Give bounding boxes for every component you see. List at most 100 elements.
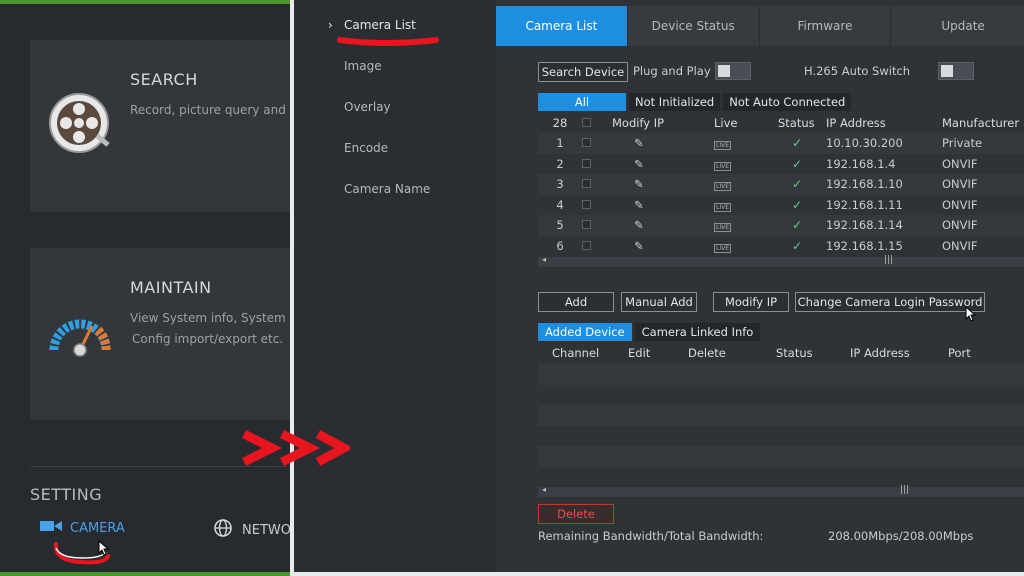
device-table-body: 1 ✎ LIVE ✓ 10.10.30.200 Private 2 ✎ LIVE… [538,133,1024,256]
subnav-overlay[interactable]: Overlay [344,100,391,114]
setting-network-item[interactable]: NETWO [214,519,290,541]
edit-pencil-icon[interactable]: ✎ [612,136,714,150]
tab-camera-linked-info[interactable]: Camera Linked Info [634,323,761,341]
subnav-encode[interactable]: Encode [344,141,388,155]
subnav-camera-list[interactable]: Camera List [344,18,416,32]
header-ip-address: IP Address [850,346,910,360]
subnav-camera-name[interactable]: Camera Name [344,182,430,196]
live-icon[interactable]: LIVE [714,161,732,171]
row-checkbox[interactable] [582,158,591,168]
device-filter-tabs: All Not Initialized Not Auto Connected [538,93,852,111]
live-icon[interactable]: LIVE [714,141,732,151]
row-checkbox[interactable] [582,179,591,189]
list-item [538,384,1024,405]
navigation-arrows-annotation [241,429,350,467]
mouse-cursor-icon [98,540,110,556]
manual-add-button[interactable]: Manual Add [621,292,697,312]
scroll-grip-icon[interactable]: ||| [900,485,909,495]
top-tabs: Camera List Device Status Firmware Updat… [496,6,1024,46]
change-login-password-button[interactable]: Change Camera Login Password [795,292,985,312]
added-device-tabs: Added Device Camera Linked Info [538,323,761,341]
scroll-left-icon[interactable]: ◂ [542,485,546,494]
search-title: SEARCH [130,70,198,89]
tab-added-device[interactable]: Added Device [538,323,632,341]
edit-pencil-icon[interactable]: ✎ [612,157,714,171]
maintain-title: MAINTAIN [130,278,212,297]
row-manufacturer: ONVIF [942,177,978,192]
table-row[interactable]: 3 ✎ LIVE ✓ 192.168.1.10 ONVIF [538,174,1024,195]
search-device-button[interactable]: Search Device [538,62,628,82]
camera-settings-panel: › Camera List Image Overlay Encode Camer… [290,0,1024,576]
tab-device-status[interactable]: Device Status [628,6,760,46]
header-live: Live [714,116,738,130]
live-icon[interactable]: LIVE [714,182,732,192]
row-number: 2 [556,156,564,171]
tab-update[interactable]: Update [891,6,1024,46]
setting-camera-item[interactable]: CAMERA [40,519,125,537]
h265-auto-switch-label: H.265 Auto Switch [804,64,911,78]
maintain-card[interactable]: MAINTAIN View System info, System up Con… [30,248,290,420]
tab-camera-list[interactable]: Camera List [496,6,628,46]
table-row[interactable]: 5 ✎ LIVE ✓ 192.168.1.14 ONVIF [538,215,1024,236]
chevron-right-icon: › [328,18,333,32]
row-number: 5 [556,218,564,233]
search-card[interactable]: SEARCH Record, picture query and pl [30,40,290,212]
camera-list-underline-annotation [337,37,439,46]
filter-not-initialized[interactable]: Not Initialized [629,93,721,111]
row-ip-address: 10.10.30.200 [826,136,903,151]
plug-and-play-label: Plug and Play [633,64,711,78]
table-row[interactable]: 6 ✎ LIVE ✓ 192.168.1.15 ONVIF [538,235,1024,256]
list-item [538,466,1024,487]
table-row[interactable]: 2 ✎ LIVE ✓ 192.168.1.4 ONVIF [538,153,1024,174]
select-all-checkbox[interactable] [582,118,591,127]
row-ip-address: 192.168.1.15 [826,238,903,253]
network-label: NETWO [242,522,290,538]
live-icon[interactable]: LIVE [714,202,732,212]
row-manufacturer: ONVIF [942,156,978,171]
edit-pencil-icon[interactable]: ✎ [612,239,714,253]
plug-and-play-toggle[interactable] [715,62,751,80]
camera-list-content: Camera List Device Status Firmware Updat… [496,0,1024,572]
live-icon[interactable]: LIVE [714,243,732,253]
table-row[interactable]: 4 ✎ LIVE ✓ 192.168.1.11 ONVIF [538,194,1024,215]
modify-ip-button[interactable]: Modify IP [713,292,789,312]
row-checkbox[interactable] [582,220,591,230]
row-number: 6 [556,238,564,253]
added-device-table-body [538,364,1024,487]
edit-pencil-icon[interactable]: ✎ [612,198,714,212]
row-number: 4 [556,197,564,212]
row-manufacturer: Private [942,136,983,151]
status-ok-icon: ✓ [792,177,803,192]
bandwidth-label: Remaining Bandwidth/Total Bandwidth: [538,529,764,543]
table-row[interactable]: 1 ✎ LIVE ✓ 10.10.30.200 Private [538,133,1024,154]
row-ip-address: 192.168.1.14 [826,218,903,233]
tab-firmware[interactable]: Firmware [760,6,892,46]
header-channel: Channel [552,346,600,360]
added-device-scrollbar[interactable]: ◂ ||| [538,485,1024,497]
device-table-scrollbar[interactable]: ◂ ||| [538,255,1024,267]
status-ok-icon: ✓ [792,197,803,212]
filter-not-auto-connected[interactable]: Not Auto Connected [723,93,852,111]
row-checkbox[interactable] [582,138,591,148]
h265-auto-switch-toggle[interactable] [938,62,974,80]
added-device-table-header: Channel Edit Delete Status IP Address Po… [538,343,1024,363]
filter-all[interactable]: All [538,93,626,111]
row-number: 3 [556,177,564,192]
scroll-grip-icon[interactable]: ||| [884,255,893,265]
header-status: Status [776,346,813,360]
add-button[interactable]: Add [538,292,614,312]
row-checkbox[interactable] [582,199,591,209]
camera-label: CAMERA [70,520,125,536]
scroll-left-icon[interactable]: ◂ [542,255,546,264]
edit-pencil-icon[interactable]: ✎ [612,218,714,232]
subnav-image[interactable]: Image [344,59,382,73]
edit-pencil-icon[interactable]: ✎ [612,177,714,191]
film-reel-icon [48,92,110,158]
list-item [538,446,1024,467]
live-icon[interactable]: LIVE [714,223,732,233]
delete-button[interactable]: Delete [538,504,614,524]
row-checkbox[interactable] [582,240,591,250]
list-item [538,364,1024,385]
header-manufacturer: Manufacturer [942,116,1020,130]
list-item [538,425,1024,446]
